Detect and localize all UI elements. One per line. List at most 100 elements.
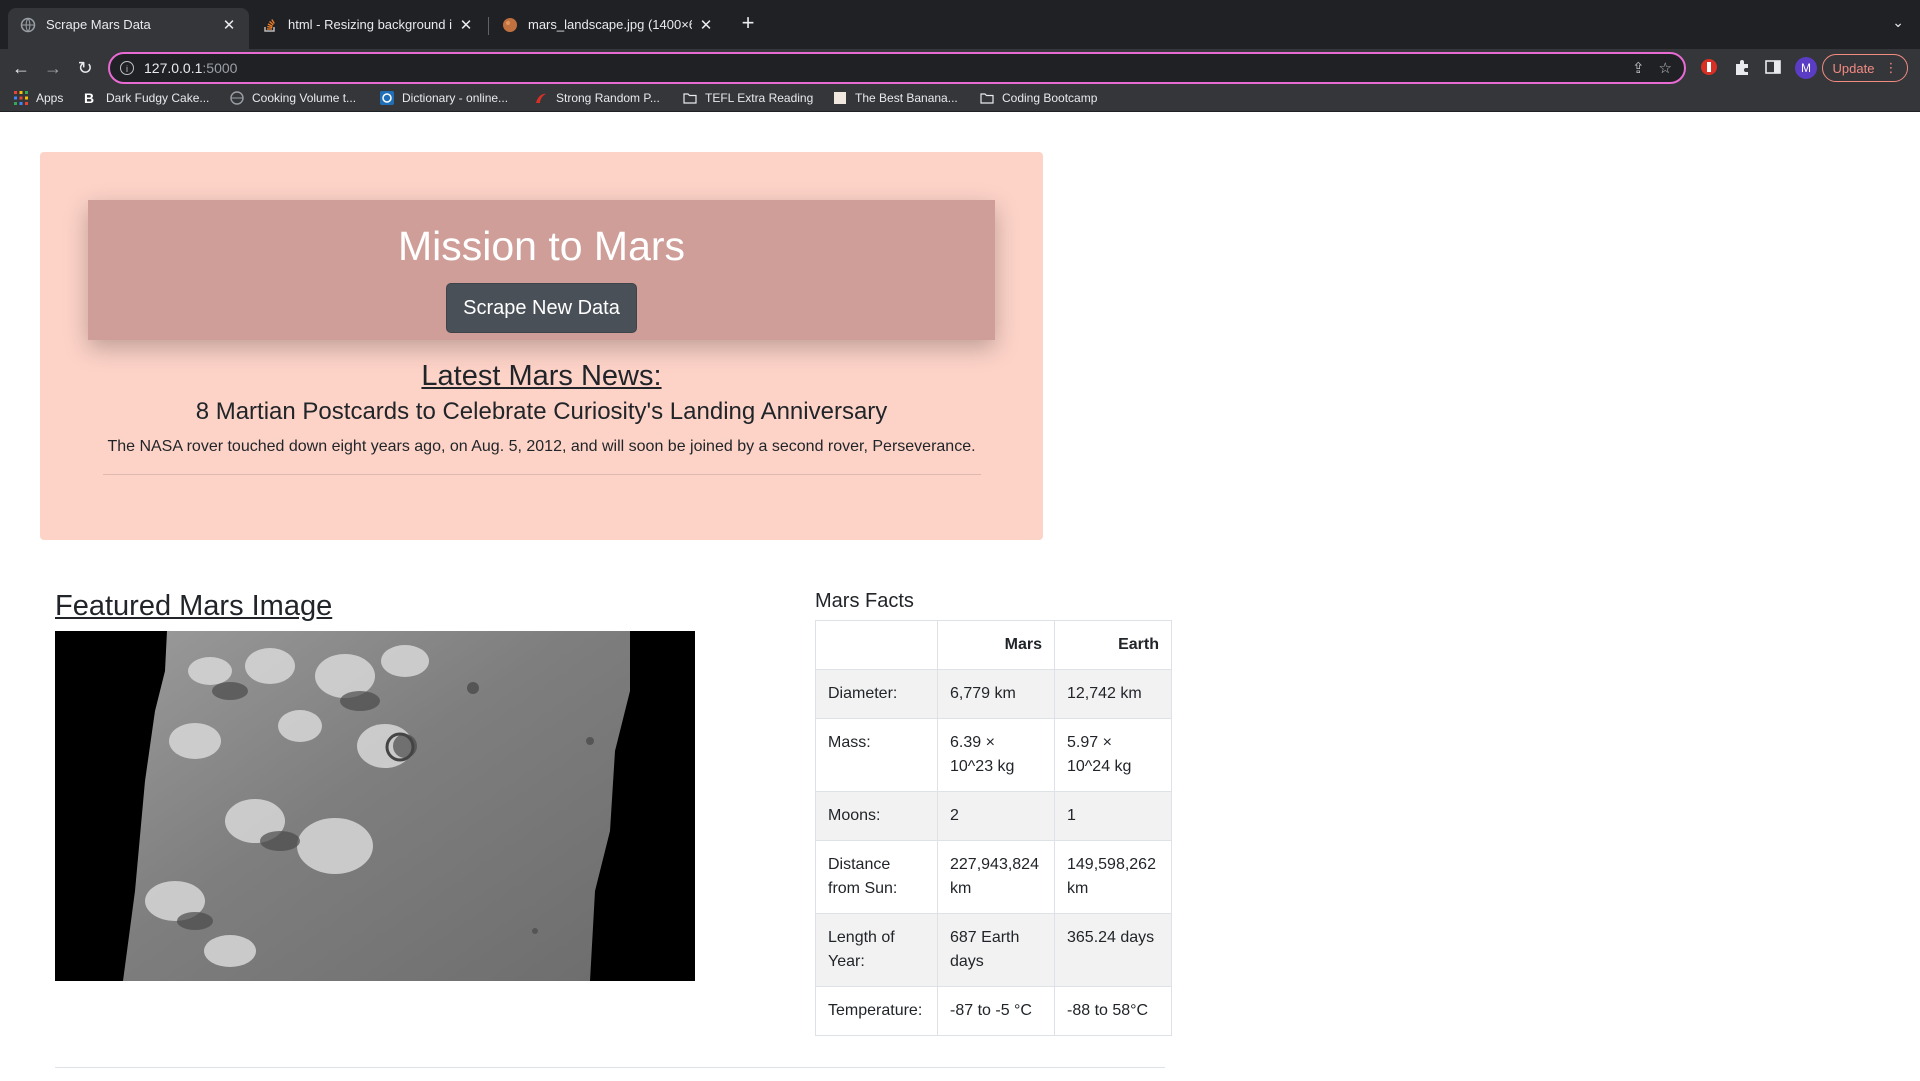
bookmark-label: Dictionary - online...	[402, 91, 509, 105]
divider	[55, 1067, 1165, 1068]
page-title: Mission to Mars	[397, 223, 686, 269]
bookmark-label: Strong Random P...	[556, 91, 660, 105]
tab-separator	[488, 17, 489, 35]
table-cell: -88 to 58°C	[1054, 986, 1172, 1036]
update-label: Update	[1832, 60, 1875, 76]
bookmark-dark-fudgy-cake[interactable]: B Dark Fudgy Cake...	[84, 91, 209, 105]
address-bar[interactable]: i 127.0.0.1:5000 ⇪ ☆	[108, 52, 1686, 84]
column-header: Mars	[937, 620, 1055, 670]
toolbar: ← → ↻ i 127.0.0.1:5000 ⇪ ☆ M Update ⋮	[0, 49, 1920, 87]
scrape-new-data-button[interactable]: Scrape New Data	[446, 283, 637, 333]
apps-grid-icon	[14, 91, 28, 105]
table-cell: 1	[1054, 791, 1172, 841]
red-swirl-icon	[536, 93, 546, 103]
back-arrow-icon[interactable]: ←	[10, 57, 32, 79]
mars-facts-table: Mars Earth Diameter: 6,779 km 12,742 km …	[815, 620, 1172, 1036]
update-button[interactable]: Update ⋮	[1822, 54, 1908, 82]
table-cell: Temperature:	[815, 986, 938, 1036]
table-row: Distance from Sun: 227,943,824 km 149,59…	[815, 840, 1172, 914]
mars-facts-heading: Mars Facts	[815, 590, 914, 612]
tab-title: Scrape Mars Data	[46, 17, 151, 32]
more-vert-icon: ⋮	[1884, 60, 1898, 75]
table-cell: 12,742 km	[1054, 669, 1172, 719]
puzzle-extensions-icon[interactable]	[1733, 58, 1751, 76]
table-row: Diameter: 6,779 km 12,742 km	[815, 669, 1172, 719]
folder-icon	[683, 93, 697, 104]
table-row: Length of Year: 687 Earth days 365.24 da…	[815, 913, 1172, 987]
bookmark-apps[interactable]: Apps	[14, 91, 63, 105]
tab-strip: Scrape Mars Data ✕ html - Resizing backg…	[0, 0, 1920, 49]
table-header-row: Mars Earth	[815, 620, 1172, 670]
tab-html-resizing[interactable]: html - Resizing background im ✕	[250, 8, 486, 41]
bookmark-label: Coding Bootcamp	[1002, 91, 1098, 105]
star-icon[interactable]: ☆	[1659, 59, 1672, 77]
bold-b-icon: B	[84, 90, 95, 106]
extension-red-icon[interactable]	[1700, 58, 1718, 76]
url-host: 127.0.0.1	[144, 60, 203, 76]
column-header	[815, 620, 938, 670]
bookmark-label: Dark Fudgy Cake...	[106, 91, 210, 105]
page-content: Mission to Mars Scrape New Data Latest M…	[0, 112, 1920, 1081]
table-cell: Moons:	[815, 791, 938, 841]
table-cell: 227,943,824 km	[937, 840, 1055, 914]
close-tab-icon[interactable]: ✕	[698, 16, 714, 34]
mars-thumbnail-icon	[503, 17, 517, 32]
bookmark-best-banana[interactable]: The Best Banana...	[833, 91, 958, 105]
jumbotron: Mission to Mars Scrape New Data Latest M…	[40, 152, 1043, 540]
close-tab-icon[interactable]: ✕	[221, 16, 237, 34]
globe-icon	[20, 17, 36, 32]
table-cell: 2	[937, 791, 1055, 841]
table-cell: 365.24 days	[1054, 913, 1172, 987]
chevron-down-icon[interactable]: ⌄	[1892, 14, 1904, 31]
table-cell: 5.97 × 10^24 kg	[1054, 718, 1172, 792]
featured-mars-image	[55, 631, 695, 981]
bookmark-strong-random[interactable]: Strong Random P...	[534, 91, 660, 105]
hero-panel: Mission to Mars Scrape New Data	[88, 200, 995, 340]
tab-scrape-mars-data[interactable]: Scrape Mars Data ✕	[8, 8, 249, 49]
dictionary-icon	[380, 91, 394, 105]
stackoverflow-icon	[264, 18, 275, 32]
news-heading: Latest Mars News:	[421, 360, 662, 392]
side-panel-icon[interactable]	[1764, 58, 1782, 76]
reload-icon[interactable]: ↻	[74, 57, 96, 79]
forward-arrow-icon[interactable]: →	[42, 57, 64, 79]
table-cell: 6,779 km	[937, 669, 1055, 719]
table-row: Temperature: -87 to -5 °C -88 to 58°C	[815, 986, 1172, 1036]
profile-avatar[interactable]: M	[1795, 57, 1817, 79]
bookmark-label: TEFL Extra Reading	[705, 91, 814, 105]
info-icon[interactable]: i	[120, 61, 134, 75]
folder-icon	[980, 93, 994, 104]
tab-mars-landscape[interactable]: mars_landscape.jpg (1400×60 ✕	[490, 8, 726, 41]
table-cell: Diameter:	[815, 669, 938, 719]
bookmark-coding-bootcamp[interactable]: Coding Bootcamp	[980, 91, 1097, 105]
new-tab-icon[interactable]: +	[738, 12, 758, 34]
bookmark-label: The Best Banana...	[855, 91, 958, 105]
divider	[103, 474, 981, 475]
news-paragraph: The NASA rover touched down eight years …	[107, 438, 976, 455]
bookmark-dictionary[interactable]: Dictionary - online...	[380, 91, 508, 105]
bookmark-label: Cooking Volume t...	[252, 91, 357, 105]
table-cell: -87 to -5 °C	[937, 986, 1055, 1036]
table-row: Mass: 6.39 × 10^23 kg 5.97 × 10^24 kg	[815, 718, 1172, 792]
featured-image-heading: Featured Mars Image	[55, 590, 333, 622]
tab-title: mars_landscape.jpg (1400×60	[528, 17, 692, 32]
news-title: 8 Martian Postcards to Celebrate Curiosi…	[195, 398, 888, 425]
bookmark-label: Apps	[36, 91, 64, 105]
column-header: Earth	[1054, 620, 1172, 670]
table-cell: Length of Year:	[815, 913, 938, 987]
table-cell: 687 Earth days	[937, 913, 1055, 987]
page-icon	[834, 92, 846, 104]
table-cell: Mass:	[815, 718, 938, 792]
table-cell: 149,598,262 km	[1054, 840, 1172, 914]
bookmarks-bar: Apps B Dark Fudgy Cake... Cooking Volume…	[0, 87, 1920, 112]
share-icon[interactable]: ⇪	[1632, 59, 1645, 77]
tab-title: html - Resizing background im	[288, 17, 452, 32]
browser-chrome: Scrape Mars Data ✕ html - Resizing backg…	[0, 0, 1920, 112]
globe-icon	[230, 91, 244, 105]
table-cell: 6.39 × 10^23 kg	[937, 718, 1055, 792]
bookmark-cooking-volume[interactable]: Cooking Volume t...	[230, 91, 356, 105]
close-tab-icon[interactable]: ✕	[458, 16, 474, 34]
table-cell: Distance from Sun:	[815, 840, 938, 914]
url-port: :5000	[202, 60, 238, 76]
bookmark-tefl-extra-reading[interactable]: TEFL Extra Reading	[683, 91, 813, 105]
